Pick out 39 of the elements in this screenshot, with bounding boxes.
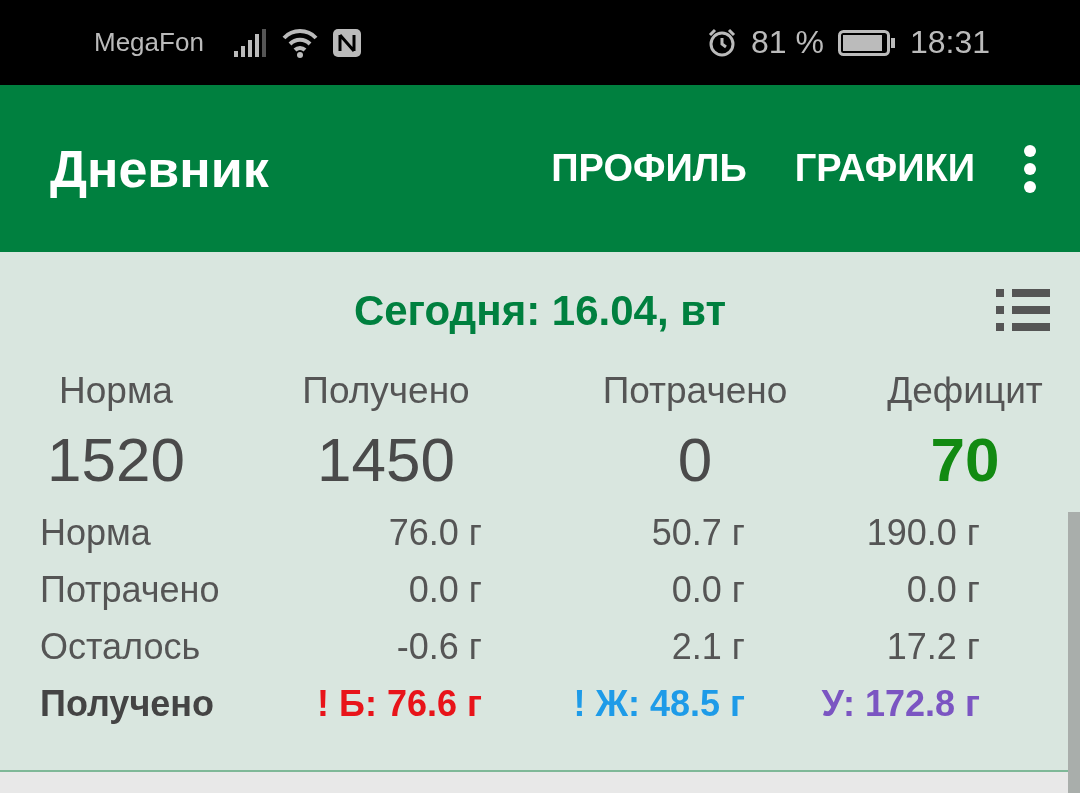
wifi-icon [281,27,318,58]
macro-value: 0.0 г [407,568,482,611]
summary-value: 0 [677,424,713,496]
clock-time: 18:31 [909,24,990,61]
date-title: Сегодня: 16.04, вт [353,287,727,335]
app-bar-action[interactable]: ПРОФИЛЬ [551,147,747,190]
summary-value: 70 [930,424,1000,496]
macro-value: 76.0 г [387,511,482,554]
app-bar-action[interactable]: ГРАФИКИ [794,147,975,190]
macro-value: 0.0 г [670,568,745,611]
summary-label: Получено [302,370,470,413]
signal-icon [233,28,268,57]
summary-label: Дефицит [887,370,1043,413]
row-label: Потрачено [40,568,221,611]
battery-icon [837,29,896,56]
summary-value: 1520 [47,424,185,496]
row-label: Осталось [40,625,202,668]
macro-value: 17.2 г [885,625,980,668]
macro-total: ! Б: 76.6 г [316,681,482,726]
summary-value: 1450 [317,424,455,496]
macro-total: ! Ж: 48.5 г [572,681,745,726]
carrier-name: MegaFon [94,27,204,58]
nfc-icon [331,27,362,58]
summary-label: Норма [59,370,173,413]
macro-value: -0.6 г [395,625,482,668]
more-options-icon[interactable] [1023,143,1037,194]
macro-value: 0.0 г [905,568,980,611]
macro-total: У: 172.8 г [820,681,980,726]
alarm-icon [707,27,737,58]
battery-percent: 81 % [751,24,824,61]
macro-value: 50.7 г [650,511,745,554]
summary-label: Потрачено [602,370,788,413]
list-icon[interactable] [996,289,1050,331]
macro-value: 190.0 г [865,511,980,554]
app-title: Дневник [50,138,269,199]
scrollbar[interactable] [1068,512,1080,793]
row-label: Норма [40,511,152,554]
row-label: Получено [40,681,216,726]
macro-value: 2.1 г [670,625,745,668]
